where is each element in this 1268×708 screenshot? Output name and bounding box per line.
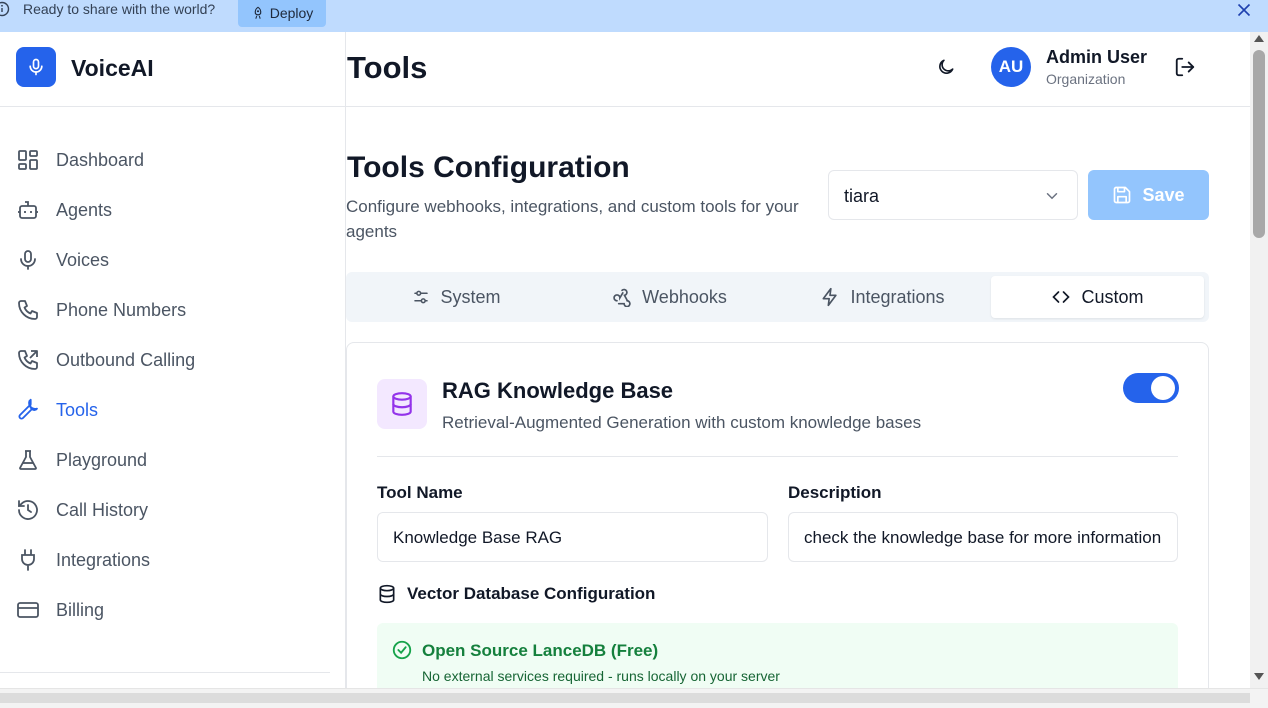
tab-webhooks[interactable]: Webhooks (563, 276, 776, 318)
description-value: check the knowledge base for more inform… (804, 528, 1162, 547)
toggle-knob (1151, 376, 1175, 400)
logout-icon[interactable] (1174, 56, 1196, 78)
vector-db-label: Vector Database Configuration (407, 584, 656, 603)
sidebar-item-integrations[interactable]: Integrations (16, 542, 326, 578)
tab-label: Custom (1081, 286, 1144, 307)
wrench-icon (16, 398, 40, 422)
sidebar-item-playground[interactable]: Playground (16, 442, 326, 478)
close-icon[interactable] (1236, 2, 1252, 18)
sidebar-item-label: Playground (56, 449, 148, 470)
user-org: Organization (1046, 71, 1126, 87)
phone-icon (16, 298, 40, 322)
sidebar-item-label: Phone Numbers (56, 299, 187, 320)
lancedb-title: Open Source LanceDB (Free) (422, 641, 659, 660)
sidebar-item-label: Tools (56, 399, 99, 420)
sliders-icon (414, 290, 429, 304)
tab-label: System (440, 286, 501, 307)
phone-outgoing-icon (16, 348, 40, 372)
moon-icon[interactable] (936, 57, 956, 77)
microphone-icon (29, 58, 43, 76)
banner-message: Ready to share with the world? (23, 1, 216, 17)
sidebar-item-label: Agents (56, 199, 113, 220)
section-subtitle: Configure webhooks, integrations, and cu… (346, 197, 799, 241)
scroll-thumb[interactable] (1253, 50, 1265, 238)
tool-name-input[interactable]: Knowledge Base RAG (377, 512, 768, 562)
sidebar-item-billing[interactable]: Billing (16, 592, 326, 628)
scroll-down-arrow[interactable] (1254, 673, 1264, 680)
brand-name: VoiceAI (71, 55, 154, 81)
sidebar-item-label: Billing (56, 599, 105, 620)
horizontal-scroll-thumb[interactable] (0, 693, 1250, 703)
rag-enable-toggle[interactable] (1123, 373, 1179, 403)
sidebar-item-tools[interactable]: Tools (16, 392, 326, 428)
tab-label: Webhooks (642, 286, 727, 307)
tool-name-label: Tool Name (377, 483, 463, 502)
tool-name-value: Knowledge Base RAG (393, 528, 563, 547)
rocket-icon (254, 6, 261, 19)
rag-card: RAG Knowledge Base Retrieval-Augmented G… (346, 342, 1209, 688)
plug-icon (16, 548, 40, 572)
description-input[interactable]: check the knowledge base for more inform… (788, 512, 1178, 562)
rag-subtitle: Retrieval-Augmented Generation with cust… (442, 413, 922, 432)
tab-label: Integrations (850, 286, 945, 307)
avatar[interactable]: AU (991, 47, 1031, 87)
webhook-icon (613, 288, 631, 307)
save-icon (1114, 186, 1131, 204)
tab-custom[interactable]: Custom (991, 276, 1204, 318)
sidebar-item-voices[interactable]: Voices (16, 242, 326, 278)
history-icon (16, 498, 40, 522)
description-label: Description (788, 483, 882, 502)
tab-system[interactable]: System (350, 276, 563, 318)
horizontal-scrollbar[interactable] (0, 688, 1268, 708)
deploy-button[interactable]: Deploy (238, 0, 326, 27)
sidebar-item-call-history[interactable]: Call History (16, 492, 326, 528)
check-circle-icon (392, 640, 412, 660)
logo[interactable] (16, 47, 56, 87)
vertical-scrollbar[interactable] (1250, 32, 1268, 688)
page-header: Tools AU Admin User Organization (346, 32, 1250, 107)
section-title: Tools Configuration (347, 151, 630, 184)
sidebar-item-agents[interactable]: Agents (16, 192, 326, 228)
brand: VoiceAI (0, 32, 345, 107)
dashboard-icon (16, 148, 40, 172)
main-content: Tools Configuration Configure webhooks, … (346, 107, 1250, 688)
save-button[interactable]: Save (1088, 170, 1209, 220)
sidebar-item-phone-numbers[interactable]: Phone Numbers (16, 292, 326, 328)
sidebar-divider (0, 672, 330, 673)
deploy-label: Deploy (269, 5, 314, 21)
divider (377, 456, 1178, 457)
bot-icon (16, 198, 40, 222)
sidebar-item-label: Outbound Calling (56, 349, 196, 370)
database-icon (379, 584, 395, 604)
save-label: Save (1142, 184, 1185, 205)
rag-title: RAG Knowledge Base (442, 378, 674, 403)
credit-card-icon (16, 598, 40, 622)
sidebar-item-label: Voices (56, 249, 110, 270)
microphone-icon (16, 248, 40, 272)
sidebar-item-dashboard[interactable]: Dashboard (16, 142, 326, 178)
user-name: Admin User (1046, 47, 1148, 67)
tab-integrations[interactable]: Integrations (776, 276, 989, 318)
flask-icon (16, 448, 40, 472)
sidebar-item-label: Dashboard (56, 149, 145, 170)
zap-icon (822, 287, 838, 307)
sidebar-item-label: Call History (56, 499, 149, 520)
info-icon (0, 1, 10, 17)
lancedb-option[interactable]: Open Source LanceDB (Free) No external s… (377, 623, 1178, 688)
page-title: Tools (347, 50, 428, 85)
database-icon (377, 379, 427, 429)
sidebar-item-outbound-calling[interactable]: Outbound Calling (16, 342, 326, 378)
sidebar-item-label: Integrations (56, 549, 151, 570)
deploy-banner: Ready to share with the world? Deploy (0, 0, 1268, 32)
code-icon (1052, 291, 1071, 303)
sidebar: VoiceAI Dashboard Agents Voices Phone Nu… (0, 32, 346, 688)
agent-select[interactable]: tiara (828, 170, 1078, 220)
scroll-up-arrow[interactable] (1254, 35, 1264, 42)
agent-select-value: tiara (844, 186, 880, 206)
tools-tabs: System Webhooks Integrations Custom (346, 272, 1209, 322)
chevron-down-icon (1046, 193, 1058, 200)
lancedb-description: No external services required - runs loc… (422, 668, 780, 684)
vector-db-heading: Vector Database Configuration (377, 584, 655, 604)
